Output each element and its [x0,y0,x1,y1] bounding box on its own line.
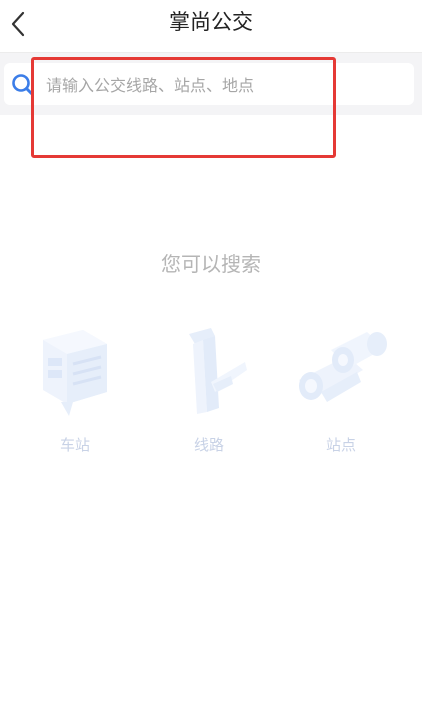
page-title: 掌尚公交 [169,10,253,34]
category-label: 线路 [193,436,224,454]
category-stop[interactable]: 站点 [286,322,396,455]
category-label: 站点 [325,436,356,454]
navigation-bar: 掌尚公交 [0,0,422,53]
stop-icon [299,332,387,402]
route-icon [189,328,247,414]
search-input[interactable] [44,67,408,103]
category-route[interactable]: 线路 [154,322,264,455]
search-bar-area [0,53,422,115]
chevron-left-icon [11,11,25,37]
back-button[interactable] [0,0,36,48]
station-icon [43,330,107,416]
search-hint: 您可以搜索 [161,252,261,276]
category-station[interactable]: 车站 [20,322,130,455]
search-box[interactable] [4,63,414,105]
search-page: 掌尚公交 您可以搜索 车站 [0,0,422,722]
category-label: 车站 [59,436,90,454]
search-icon [12,74,34,96]
